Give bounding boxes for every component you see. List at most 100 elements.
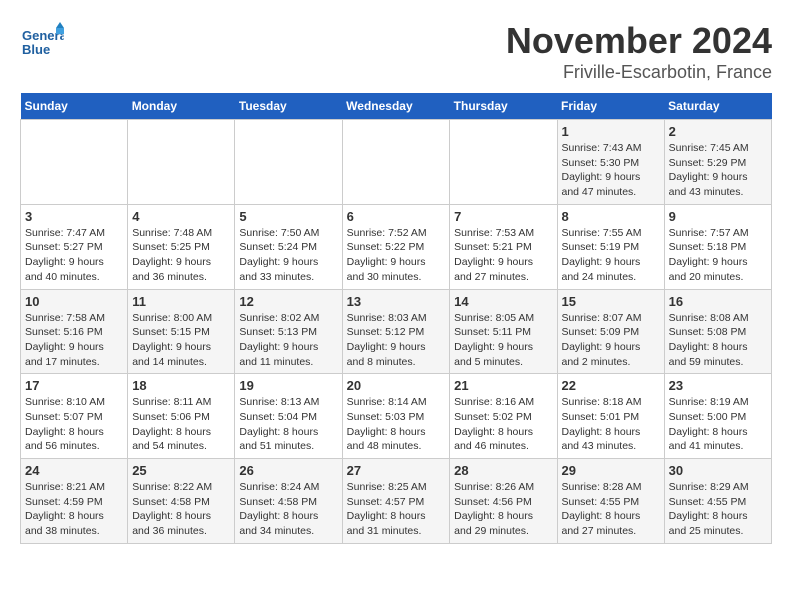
day-number: 29 (562, 463, 660, 478)
day-number: 23 (669, 378, 767, 393)
day-number: 25 (132, 463, 230, 478)
day-info: Sunrise: 8:02 AM Sunset: 5:13 PM Dayligh… (239, 311, 337, 370)
header-saturday: Saturday (664, 93, 771, 120)
calendar-cell: 21 Sunrise: 8:16 AM Sunset: 5:02 PM Dayli… (450, 374, 557, 459)
day-info: Sunrise: 8:03 AM Sunset: 5:12 PM Dayligh… (347, 311, 446, 370)
day-info: Sunrise: 8:08 AM Sunset: 5:08 PM Dayligh… (669, 311, 767, 370)
header-tuesday: Tuesday (235, 93, 342, 120)
day-info: Sunrise: 7:45 AM Sunset: 5:29 PM Dayligh… (669, 141, 767, 200)
day-number: 28 (454, 463, 552, 478)
day-info: Sunrise: 8:16 AM Sunset: 5:02 PM Dayligh… (454, 395, 552, 454)
calendar-week-row: 24 Sunrise: 8:21 AM Sunset: 4:59 PM Dayli… (21, 459, 772, 544)
header-sunday: Sunday (21, 93, 128, 120)
day-number: 4 (132, 209, 230, 224)
day-number: 24 (25, 463, 123, 478)
logo: General Blue (20, 20, 64, 60)
header-thursday: Thursday (450, 93, 557, 120)
day-info: Sunrise: 8:29 AM Sunset: 4:55 PM Dayligh… (669, 480, 767, 539)
day-info: Sunrise: 8:14 AM Sunset: 5:03 PM Dayligh… (347, 395, 446, 454)
day-info: Sunrise: 7:47 AM Sunset: 5:27 PM Dayligh… (25, 226, 123, 285)
day-info: Sunrise: 8:22 AM Sunset: 4:58 PM Dayligh… (132, 480, 230, 539)
day-info: Sunrise: 7:50 AM Sunset: 5:24 PM Dayligh… (239, 226, 337, 285)
day-number: 9 (669, 209, 767, 224)
calendar-table: SundayMondayTuesdayWednesdayThursdayFrid… (20, 93, 772, 544)
calendar-cell: 19 Sunrise: 8:13 AM Sunset: 5:04 PM Dayli… (235, 374, 342, 459)
day-number: 20 (347, 378, 446, 393)
header-wednesday: Wednesday (342, 93, 450, 120)
calendar-cell (342, 120, 450, 205)
calendar-cell: 29 Sunrise: 8:28 AM Sunset: 4:55 PM Dayli… (557, 459, 664, 544)
calendar-cell: 20 Sunrise: 8:14 AM Sunset: 5:03 PM Dayli… (342, 374, 450, 459)
day-info: Sunrise: 8:18 AM Sunset: 5:01 PM Dayligh… (562, 395, 660, 454)
day-number: 12 (239, 294, 337, 309)
calendar-cell: 17Sunrise: 8:10 AM Sunset: 5:07 PM Dayli… (21, 374, 128, 459)
day-number: 26 (239, 463, 337, 478)
day-info: Sunrise: 8:00 AM Sunset: 5:15 PM Dayligh… (132, 311, 230, 370)
day-info: Sunrise: 8:24 AM Sunset: 4:58 PM Dayligh… (239, 480, 337, 539)
day-number: 5 (239, 209, 337, 224)
day-info: Sunrise: 7:48 AM Sunset: 5:25 PM Dayligh… (132, 226, 230, 285)
calendar-week-row: 10 Sunrise: 7:58 AM Sunset: 5:16 PM Dayli… (21, 289, 772, 374)
calendar-cell: 22 Sunrise: 8:18 AM Sunset: 5:01 PM Dayli… (557, 374, 664, 459)
calendar-cell: 25 Sunrise: 8:22 AM Sunset: 4:58 PM Dayli… (128, 459, 235, 544)
day-info: Sunrise: 8:11 AM Sunset: 5:06 PM Dayligh… (132, 395, 230, 454)
calendar-cell: 13 Sunrise: 8:03 AM Sunset: 5:12 PM Dayli… (342, 289, 450, 374)
calendar-cell (450, 120, 557, 205)
calendar-cell: 10 Sunrise: 7:58 AM Sunset: 5:16 PM Dayli… (21, 289, 128, 374)
calendar-cell: 1 Sunrise: 7:43 AM Sunset: 5:30 PM Daylig… (557, 120, 664, 205)
day-info: Sunrise: 8:19 AM Sunset: 5:00 PM Dayligh… (669, 395, 767, 454)
day-number: 7 (454, 209, 552, 224)
day-number: 1 (562, 124, 660, 139)
day-number: 10 (25, 294, 123, 309)
title-block: November 2024 Friville-Escarbotin, Franc… (506, 20, 772, 83)
day-number: 30 (669, 463, 767, 478)
calendar-week-row: 17Sunrise: 8:10 AM Sunset: 5:07 PM Dayli… (21, 374, 772, 459)
calendar-cell (21, 120, 128, 205)
calendar-header-row: SundayMondayTuesdayWednesdayThursdayFrid… (21, 93, 772, 120)
calendar-cell: 6Sunrise: 7:52 AM Sunset: 5:22 PM Daylig… (342, 204, 450, 289)
calendar-cell: 4 Sunrise: 7:48 AM Sunset: 5:25 PM Daylig… (128, 204, 235, 289)
calendar-cell: 15Sunrise: 8:07 AM Sunset: 5:09 PM Dayli… (557, 289, 664, 374)
day-info: Sunrise: 7:53 AM Sunset: 5:21 PM Dayligh… (454, 226, 552, 285)
calendar-cell (235, 120, 342, 205)
calendar-cell: 30 Sunrise: 8:29 AM Sunset: 4:55 PM Dayli… (664, 459, 771, 544)
calendar-cell: 11Sunrise: 8:00 AM Sunset: 5:15 PM Dayli… (128, 289, 235, 374)
day-number: 18 (132, 378, 230, 393)
day-number: 2 (669, 124, 767, 139)
day-number: 16 (669, 294, 767, 309)
day-info: Sunrise: 8:21 AM Sunset: 4:59 PM Dayligh… (25, 480, 123, 539)
calendar-cell: 18 Sunrise: 8:11 AM Sunset: 5:06 PM Dayli… (128, 374, 235, 459)
day-number: 17 (25, 378, 123, 393)
day-number: 21 (454, 378, 552, 393)
calendar-cell: 27Sunrise: 8:25 AM Sunset: 4:57 PM Dayli… (342, 459, 450, 544)
day-number: 22 (562, 378, 660, 393)
svg-text:Blue: Blue (22, 42, 50, 57)
day-number: 6 (347, 209, 446, 224)
day-number: 3 (25, 209, 123, 224)
day-info: Sunrise: 8:05 AM Sunset: 5:11 PM Dayligh… (454, 311, 552, 370)
calendar-cell: 7 Sunrise: 7:53 AM Sunset: 5:21 PM Daylig… (450, 204, 557, 289)
calendar-cell: 16 Sunrise: 8:08 AM Sunset: 5:08 PM Dayli… (664, 289, 771, 374)
calendar-cell: 2 Sunrise: 7:45 AM Sunset: 5:29 PM Daylig… (664, 120, 771, 205)
day-number: 8 (562, 209, 660, 224)
calendar-cell: 26 Sunrise: 8:24 AM Sunset: 4:58 PM Dayli… (235, 459, 342, 544)
calendar-cell: 28 Sunrise: 8:26 AM Sunset: 4:56 PM Dayli… (450, 459, 557, 544)
day-info: Sunrise: 7:43 AM Sunset: 5:30 PM Dayligh… (562, 141, 660, 200)
day-number: 13 (347, 294, 446, 309)
calendar-week-row: 1 Sunrise: 7:43 AM Sunset: 5:30 PM Daylig… (21, 120, 772, 205)
header-friday: Friday (557, 93, 664, 120)
day-info: Sunrise: 8:07 AM Sunset: 5:09 PM Dayligh… (562, 311, 660, 370)
calendar-cell (128, 120, 235, 205)
day-info: Sunrise: 8:13 AM Sunset: 5:04 PM Dayligh… (239, 395, 337, 454)
day-number: 27 (347, 463, 446, 478)
logo-icon: General Blue (20, 20, 60, 60)
day-info: Sunrise: 7:58 AM Sunset: 5:16 PM Dayligh… (25, 311, 123, 370)
day-info: Sunrise: 7:57 AM Sunset: 5:18 PM Dayligh… (669, 226, 767, 285)
calendar-cell: 8 Sunrise: 7:55 AM Sunset: 5:19 PM Daylig… (557, 204, 664, 289)
day-info: Sunrise: 7:55 AM Sunset: 5:19 PM Dayligh… (562, 226, 660, 285)
day-number: 14 (454, 294, 552, 309)
day-info: Sunrise: 8:28 AM Sunset: 4:55 PM Dayligh… (562, 480, 660, 539)
day-number: 19 (239, 378, 337, 393)
day-info: Sunrise: 8:26 AM Sunset: 4:56 PM Dayligh… (454, 480, 552, 539)
page-title: November 2024 (506, 20, 772, 62)
